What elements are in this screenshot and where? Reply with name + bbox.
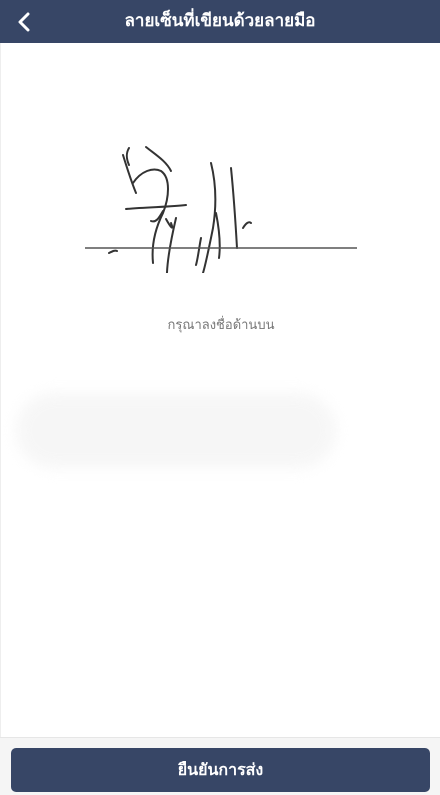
bottom-bar: ยืนยันการส่ง <box>0 737 440 795</box>
blurred-overlay <box>16 393 336 468</box>
signature-content: กรุณาลงชื่อด้านบน <box>0 43 440 737</box>
back-button[interactable] <box>4 0 44 43</box>
signature-hint: กรุณาลงชื่อด้านบน <box>167 318 275 333</box>
signature-pad[interactable] <box>71 83 371 273</box>
chevron-left-icon <box>18 12 30 31</box>
top-app-bar: ลายเซ็นที่เขียนด้วยลายมือ <box>0 0 440 43</box>
signature-strokes <box>108 146 252 273</box>
page-title: ลายเซ็นที่เขียนด้วยลายมือ <box>124 11 316 31</box>
confirm-submit-button[interactable]: ยืนยันการส่ง <box>11 748 430 792</box>
